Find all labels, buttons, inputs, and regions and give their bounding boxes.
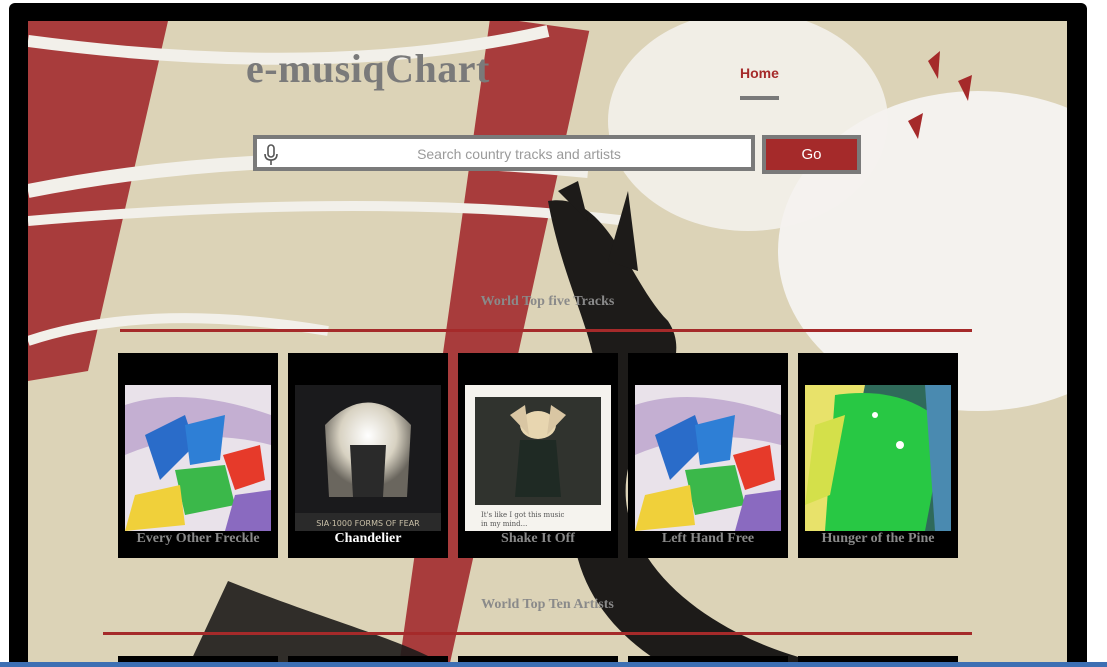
search-bar xyxy=(253,135,755,171)
album-cover xyxy=(125,385,271,531)
track-title: Shake It Off xyxy=(501,531,575,546)
nav-active-indicator xyxy=(740,96,779,100)
cover-handwriting: in my mind... xyxy=(481,520,527,528)
page-viewport: e-musiqChart Home Go World Top five Trac… xyxy=(28,21,1067,667)
section-divider xyxy=(103,632,972,635)
artists-section-title: World Top Ten Artists xyxy=(481,597,614,612)
tracks-section-title: World Top five Tracks xyxy=(480,294,615,309)
track-title: Chandelier xyxy=(334,531,402,546)
track-card[interactable]: It's like I got this music in my mind...… xyxy=(458,353,618,558)
site-logo[interactable]: e-musiqChart xyxy=(246,45,490,92)
track-card[interactable]: Hunger of the Pine xyxy=(798,353,958,558)
cover-caption: SIA·1000 FORMS OF FEAR xyxy=(316,519,420,528)
album-cover: SIA·1000 FORMS OF FEAR xyxy=(295,385,441,531)
track-title: Left Hand Free xyxy=(661,531,755,546)
track-card[interactable]: Every Other Freckle xyxy=(118,353,278,558)
track-title: Every Other Freckle xyxy=(136,531,260,546)
track-card[interactable]: Left Hand Free xyxy=(628,353,788,558)
track-card[interactable]: SIA·1000 FORMS OF FEAR Chandelier xyxy=(288,353,448,558)
go-button[interactable]: Go xyxy=(762,135,861,174)
microphone-icon[interactable] xyxy=(263,144,279,166)
track-title: Hunger of the Pine xyxy=(821,531,935,546)
section-divider xyxy=(120,329,972,332)
os-taskbar xyxy=(0,662,1107,667)
cover-handwriting: It's like I got this music xyxy=(481,511,564,519)
album-cover: It's like I got this music in my mind... xyxy=(465,385,611,531)
album-cover xyxy=(635,385,781,531)
nav-home-link[interactable]: Home xyxy=(740,65,779,81)
search-input[interactable] xyxy=(287,139,751,169)
album-cover xyxy=(805,385,951,531)
background-artwork xyxy=(28,21,1067,667)
